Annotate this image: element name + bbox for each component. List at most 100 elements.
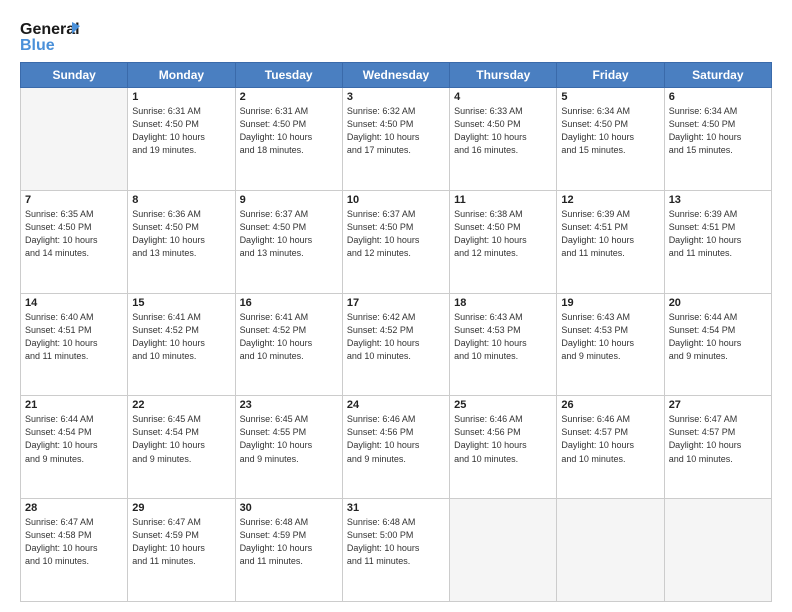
calendar-cell: 20Sunrise: 6:44 AMSunset: 4:54 PMDayligh…: [664, 293, 771, 396]
day-number: 6: [669, 91, 767, 103]
day-number: 29: [132, 502, 230, 514]
day-info: Sunrise: 6:40 AMSunset: 4:51 PMDaylight:…: [25, 311, 123, 363]
calendar-header-thursday: Thursday: [450, 63, 557, 88]
calendar-cell: 10Sunrise: 6:37 AMSunset: 4:50 PMDayligh…: [342, 190, 449, 293]
calendar-cell: 13 Sunrise: 6:39 AMSunset: 4:51 PMDayligh…: [664, 190, 771, 293]
day-number: 7: [25, 194, 123, 206]
day-number: 30: [240, 502, 338, 514]
day-number: 20: [669, 297, 767, 309]
header: GeneralBlue: [20, 18, 772, 54]
day-info: Sunrise: 6:39 AMSunset: 4:51 PMDaylight:…: [669, 208, 767, 260]
day-number: 2: [240, 91, 338, 103]
calendar-cell: 29 Sunrise: 6:47 AMSunset: 4:59 PMDayligh…: [128, 499, 235, 602]
day-info: Sunrise: 6:47 AMSunset: 4:57 PMDaylight:…: [669, 413, 767, 465]
calendar-cell: 19 Sunrise: 6:43 AMSunset: 4:53 PMDayligh…: [557, 293, 664, 396]
day-info: Sunrise: 6:42 AMSunset: 4:52 PMDaylight:…: [347, 311, 445, 363]
day-number: 3: [347, 91, 445, 103]
day-info: Sunrise: 6:41 AMSunset: 4:52 PMDaylight:…: [132, 311, 230, 363]
svg-text:Blue: Blue: [20, 37, 55, 54]
calendar-header-wednesday: Wednesday: [342, 63, 449, 88]
calendar-cell: 1Sunrise: 6:31 AMSunset: 4:50 PMDaylight…: [128, 88, 235, 191]
day-info: Sunrise: 6:43 AMSunset: 4:53 PMDaylight:…: [454, 311, 552, 363]
calendar-header-sunday: Sunday: [21, 63, 128, 88]
calendar-cell: 23 Sunrise: 6:45 AMSunset: 4:55 PMDayligh…: [235, 396, 342, 499]
calendar-cell: [557, 499, 664, 602]
day-number: 28: [25, 502, 123, 514]
day-number: 16: [240, 297, 338, 309]
calendar-week-row: 7 Sunrise: 6:35 AMSunset: 4:50 PMDaylight…: [21, 190, 772, 293]
day-info: Sunrise: 6:47 AMSunset: 4:58 PMDaylight:…: [25, 516, 123, 568]
day-number: 11: [454, 194, 552, 206]
day-info: Sunrise: 6:46 AMSunset: 4:56 PMDaylight:…: [347, 413, 445, 465]
day-number: 26: [561, 399, 659, 411]
calendar-cell: 6 Sunrise: 6:34 AMSunset: 4:50 PMDaylight…: [664, 88, 771, 191]
day-number: 21: [25, 399, 123, 411]
page: GeneralBlue SundayMondayTuesdayWednesday…: [0, 0, 792, 612]
calendar-cell: 30 Sunrise: 6:48 AMSunset: 4:59 PMDayligh…: [235, 499, 342, 602]
calendar-header-friday: Friday: [557, 63, 664, 88]
calendar-week-row: 1Sunrise: 6:31 AMSunset: 4:50 PMDaylight…: [21, 88, 772, 191]
day-number: 24: [347, 399, 445, 411]
calendar-week-row: 14 Sunrise: 6:40 AMSunset: 4:51 PMDayligh…: [21, 293, 772, 396]
calendar-week-row: 28 Sunrise: 6:47 AMSunset: 4:58 PMDayligh…: [21, 499, 772, 602]
day-info: Sunrise: 6:43 AMSunset: 4:53 PMDaylight:…: [561, 311, 659, 363]
logo-icon: GeneralBlue: [20, 18, 80, 54]
calendar-cell: 7 Sunrise: 6:35 AMSunset: 4:50 PMDaylight…: [21, 190, 128, 293]
calendar-cell: [664, 499, 771, 602]
day-info: Sunrise: 6:45 AMSunset: 4:55 PMDaylight:…: [240, 413, 338, 465]
calendar-cell: 12Sunrise: 6:39 AMSunset: 4:51 PMDayligh…: [557, 190, 664, 293]
day-info: Sunrise: 6:32 AMSunset: 4:50 PMDaylight:…: [347, 105, 445, 157]
calendar-cell: 25Sunrise: 6:46 AMSunset: 4:56 PMDayligh…: [450, 396, 557, 499]
calendar-cell: 18 Sunrise: 6:43 AMSunset: 4:53 PMDayligh…: [450, 293, 557, 396]
day-info: Sunrise: 6:46 AMSunset: 4:57 PMDaylight:…: [561, 413, 659, 465]
calendar-cell: 27 Sunrise: 6:47 AMSunset: 4:57 PMDayligh…: [664, 396, 771, 499]
calendar-cell: 17 Sunrise: 6:42 AMSunset: 4:52 PMDayligh…: [342, 293, 449, 396]
calendar-table: SundayMondayTuesdayWednesdayThursdayFrid…: [20, 62, 772, 602]
day-number: 31: [347, 502, 445, 514]
day-number: 22: [132, 399, 230, 411]
calendar-cell: 31Sunrise: 6:48 AMSunset: 5:00 PMDayligh…: [342, 499, 449, 602]
day-number: 13: [669, 194, 767, 206]
day-info: Sunrise: 6:39 AMSunset: 4:51 PMDaylight:…: [561, 208, 659, 260]
day-number: 17: [347, 297, 445, 309]
day-number: 18: [454, 297, 552, 309]
day-info: Sunrise: 6:46 AMSunset: 4:56 PMDaylight:…: [454, 413, 552, 465]
calendar-header-row: SundayMondayTuesdayWednesdayThursdayFrid…: [21, 63, 772, 88]
calendar-cell: [450, 499, 557, 602]
day-number: 27: [669, 399, 767, 411]
calendar-cell: 11Sunrise: 6:38 AMSunset: 4:50 PMDayligh…: [450, 190, 557, 293]
logo: GeneralBlue: [20, 18, 80, 54]
calendar-cell: 28 Sunrise: 6:47 AMSunset: 4:58 PMDayligh…: [21, 499, 128, 602]
calendar-cell: 21 Sunrise: 6:44 AMSunset: 4:54 PMDayligh…: [21, 396, 128, 499]
day-info: Sunrise: 6:48 AMSunset: 4:59 PMDaylight:…: [240, 516, 338, 568]
day-info: Sunrise: 6:45 AMSunset: 4:54 PMDaylight:…: [132, 413, 230, 465]
calendar-header-tuesday: Tuesday: [235, 63, 342, 88]
calendar-week-row: 21 Sunrise: 6:44 AMSunset: 4:54 PMDayligh…: [21, 396, 772, 499]
day-number: 15: [132, 297, 230, 309]
calendar-cell: 9Sunrise: 6:37 AMSunset: 4:50 PMDaylight…: [235, 190, 342, 293]
day-info: Sunrise: 6:36 AMSunset: 4:50 PMDaylight:…: [132, 208, 230, 260]
day-number: 10: [347, 194, 445, 206]
day-info: Sunrise: 6:35 AMSunset: 4:50 PMDaylight:…: [25, 208, 123, 260]
svg-text:General: General: [20, 21, 80, 38]
calendar-cell: 26 Sunrise: 6:46 AMSunset: 4:57 PMDayligh…: [557, 396, 664, 499]
day-number: 8: [132, 194, 230, 206]
day-number: 19: [561, 297, 659, 309]
calendar-cell: 2Sunrise: 6:31 AMSunset: 4:50 PMDaylight…: [235, 88, 342, 191]
calendar-cell: 16Sunrise: 6:41 AMSunset: 4:52 PMDayligh…: [235, 293, 342, 396]
day-number: 4: [454, 91, 552, 103]
day-info: Sunrise: 6:47 AMSunset: 4:59 PMDaylight:…: [132, 516, 230, 568]
calendar-cell: 4 Sunrise: 6:33 AMSunset: 4:50 PMDaylight…: [450, 88, 557, 191]
day-info: Sunrise: 6:37 AMSunset: 4:50 PMDaylight:…: [240, 208, 338, 260]
calendar-cell: [21, 88, 128, 191]
day-info: Sunrise: 6:33 AMSunset: 4:50 PMDaylight:…: [454, 105, 552, 157]
day-number: 23: [240, 399, 338, 411]
calendar-cell: 14 Sunrise: 6:40 AMSunset: 4:51 PMDayligh…: [21, 293, 128, 396]
day-number: 1: [132, 91, 230, 103]
calendar-header-saturday: Saturday: [664, 63, 771, 88]
day-info: Sunrise: 6:44 AMSunset: 4:54 PMDaylight:…: [25, 413, 123, 465]
day-number: 14: [25, 297, 123, 309]
day-info: Sunrise: 6:34 AMSunset: 4:50 PMDaylight:…: [669, 105, 767, 157]
calendar-cell: 22 Sunrise: 6:45 AMSunset: 4:54 PMDayligh…: [128, 396, 235, 499]
day-info: Sunrise: 6:34 AMSunset: 4:50 PMDaylight:…: [561, 105, 659, 157]
